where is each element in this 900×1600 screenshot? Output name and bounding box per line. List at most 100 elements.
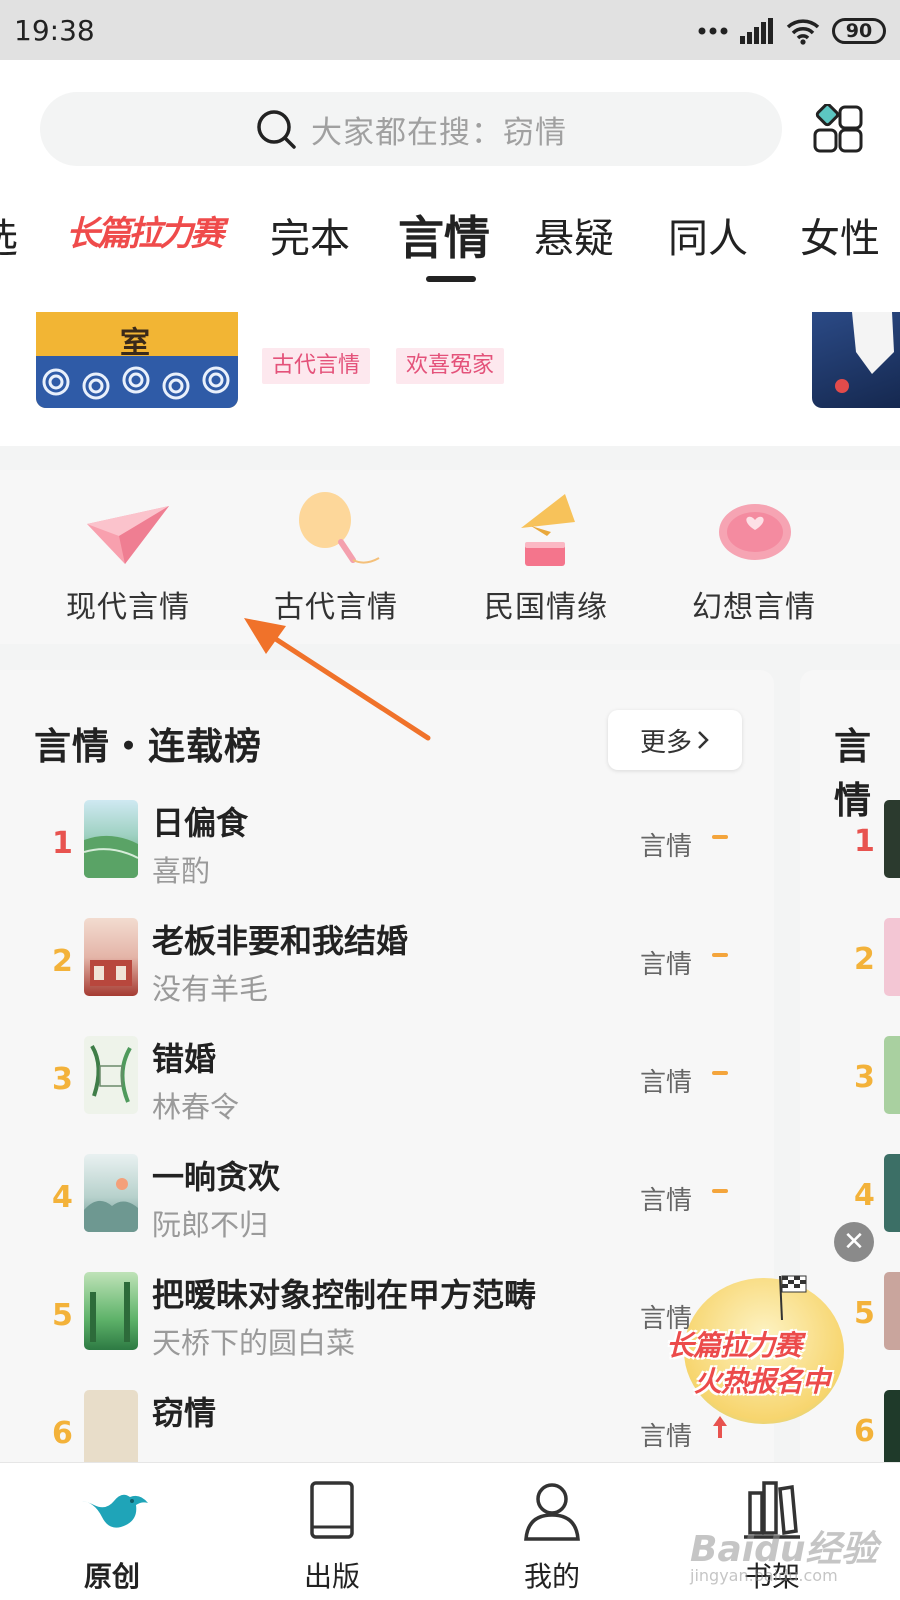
watermark-url: jingyan.baidu.com [690, 1566, 838, 1585]
trend-flat-icon [712, 953, 728, 957]
rank-number: 1 [854, 824, 875, 859]
ranking-row[interactable]: 4 一晌贪欢 阮郎不归 言情 [0, 1152, 774, 1272]
book-icon [310, 1481, 354, 1539]
tab-promo-rally[interactable]: 长篇拉力赛 [66, 206, 224, 266]
ranking-row[interactable]: 1 日偏食 喜酌 言情 [0, 798, 774, 918]
promo-line-1: 长篇拉力赛 [666, 1329, 802, 1362]
top-header: 大家都在搜：窃情 选 长篇拉力赛 完本 言情 悬疑 同人 女性 [0, 60, 900, 312]
book-tag[interactable]: 古代言情 [262, 348, 371, 384]
book-genre: 言情 [640, 832, 693, 862]
nav-label: 我的 [523, 1560, 580, 1593]
category-ancient-romance[interactable]: 古代言情 [246, 470, 426, 644]
signal-icon [740, 18, 773, 44]
clock: 19:38 [14, 14, 95, 47]
channel-tabs: 选 长篇拉力赛 完本 言情 悬疑 同人 女性 [0, 200, 900, 300]
nav-label: 出版 [303, 1560, 360, 1593]
promo-tab-label: 长篇拉力赛 [66, 214, 224, 254]
next-book-cover[interactable] [812, 312, 900, 408]
category-grid-icon[interactable] [812, 104, 864, 156]
search-icon [257, 110, 296, 149]
category-label: 幻想言情 [692, 590, 816, 625]
person-icon [524, 1483, 580, 1541]
book-cover [884, 1272, 900, 1350]
ranking-row[interactable]: 3 错婚 林春令 言情 [0, 1034, 774, 1154]
rank-number: 5 [52, 1298, 73, 1333]
search-bar[interactable]: 大家都在搜：窃情 [40, 92, 782, 166]
book-tag[interactable]: 欢喜冤家 [396, 348, 505, 384]
book-genre: 言情 [640, 950, 693, 980]
book-author: 没有羊毛 [152, 972, 269, 1006]
rank-number: 6 [52, 1416, 73, 1451]
wifi-icon [786, 19, 820, 45]
featured-book-strip: 室 古代言情 欢喜冤家 [0, 312, 900, 446]
nav-published[interactable]: 出版 [252, 1463, 412, 1600]
tab-partial[interactable]: 选 [0, 206, 18, 264]
ranking-title: 言情・连载榜 [34, 725, 262, 768]
nav-original[interactable]: 原创 [32, 1463, 192, 1600]
tab-female[interactable]: 女性 [800, 206, 880, 264]
hand-fan-icon [299, 492, 380, 564]
gramophone-icon [521, 494, 575, 566]
nav-label: 原创 [83, 1560, 140, 1593]
tab-suspense[interactable]: 悬疑 [534, 206, 614, 264]
ranking-row: 1 [800, 798, 900, 878]
rank-number: 2 [52, 944, 73, 979]
chevron-right-icon [698, 731, 709, 749]
close-promo-button[interactable]: ✕ [834, 1222, 874, 1262]
book-title: 日偏食 [152, 804, 249, 842]
tab-fanfic[interactable]: 同人 [668, 206, 748, 264]
ranking-row[interactable]: 2 老板非要和我结婚 没有羊毛 言情 [0, 916, 774, 1036]
rank-number: 2 [854, 942, 875, 977]
rank-number: 3 [52, 1062, 73, 1097]
active-tab-indicator [426, 276, 476, 282]
book-cover [84, 1272, 138, 1350]
status-bar: 19:38 90 [0, 0, 900, 60]
more-label: 更多 [639, 727, 692, 758]
trend-flat-icon [712, 1189, 728, 1193]
trend-flat-icon [712, 1071, 728, 1075]
paper-plane-icon [87, 506, 169, 564]
watermark: Baidu经验 [690, 1529, 878, 1570]
ranking-row: 4 [800, 1152, 900, 1232]
promo-line-2: 火热报名中 [694, 1365, 830, 1398]
category-fantasy-romance[interactable]: 幻想言情 [664, 470, 844, 644]
pink-hat-icon [719, 504, 791, 560]
category-modern-romance[interactable]: 现代言情 [38, 470, 218, 644]
nav-mine[interactable]: 我的 [472, 1463, 632, 1600]
book-author: 天桥下的圆白菜 [152, 1326, 356, 1360]
ranking-row: 3 [800, 1034, 900, 1114]
rank-number: 1 [52, 826, 73, 861]
book-title: 一晌贪欢 [152, 1158, 281, 1196]
book-genre: 言情 [640, 1068, 693, 1098]
more-dots-icon [698, 27, 728, 35]
ranking-row[interactable]: 5 把暧昧对象控制在甲方范畴 天桥下的圆白菜 言情 [0, 1270, 774, 1390]
category-label: 古代言情 [274, 590, 398, 625]
rally-promo-badge[interactable]: 长篇拉力赛 火热报名中 [664, 1275, 864, 1424]
status-icons: 90 [698, 16, 886, 46]
book-author: 阮郎不归 [152, 1208, 269, 1242]
book-title: 老板非要和我结婚 [152, 922, 409, 960]
rank-number: 4 [854, 1178, 875, 1213]
book-title: 窃情 [152, 1394, 217, 1432]
book-author: 林春令 [152, 1090, 240, 1124]
book-cover [84, 1154, 138, 1232]
search-placeholder: 大家都在搜：窃情 [311, 114, 567, 151]
book-cover [884, 800, 900, 878]
book-cover [884, 918, 900, 996]
category-label: 民国情缘 [484, 590, 608, 625]
book-cover [84, 800, 138, 878]
close-icon: ✕ [843, 1227, 865, 1257]
book-cover [84, 1390, 138, 1468]
book-genre: 言情 [640, 1186, 693, 1216]
ranking-card: 言情・连载榜 更多 1 日偏食 喜酌 言情 2 老板非要和我结婚 没有羊毛 言情… [0, 670, 774, 1470]
romance-subcategories: 现代言情 古代言情 民国情缘 幻想言情 [0, 470, 900, 644]
featured-book-cover[interactable]: 室 [36, 312, 238, 408]
book-author: 喜酌 [152, 854, 211, 888]
more-button[interactable]: 更多 [608, 710, 742, 770]
tab-romance[interactable]: 言情 [398, 202, 490, 268]
tab-finished[interactable]: 完本 [270, 206, 350, 264]
bird-icon [80, 1494, 148, 1528]
category-label: 现代言情 [66, 590, 190, 625]
book-cover [84, 918, 138, 996]
category-republic-romance[interactable]: 民国情缘 [456, 470, 636, 644]
